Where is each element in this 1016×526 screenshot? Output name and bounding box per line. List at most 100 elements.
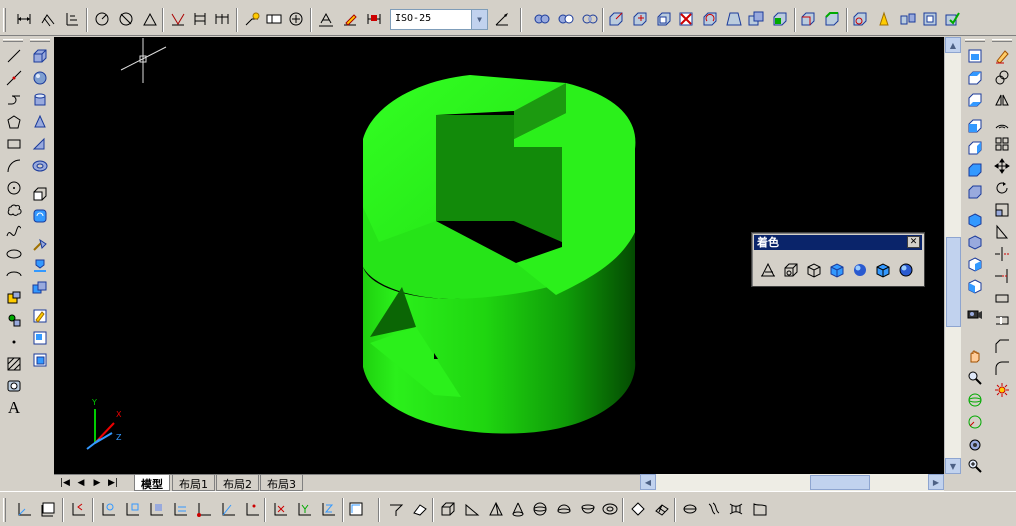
- stretch-icon[interactable]: [992, 222, 1012, 242]
- section-icon[interactable]: [30, 256, 50, 276]
- 3d-wedge-icon[interactable]: [462, 499, 482, 519]
- taper-faces-icon[interactable]: [724, 9, 744, 29]
- insert-block-icon[interactable]: [4, 288, 24, 308]
- rectangle-icon[interactable]: [4, 134, 24, 154]
- dimension-style-select[interactable]: ISO-25 ▼: [390, 9, 488, 30]
- chamfer-icon[interactable]: [992, 336, 1012, 356]
- continue-dim-icon[interactable]: [212, 9, 232, 29]
- polygon-icon[interactable]: [4, 112, 24, 132]
- prev-tab-icon[interactable]: ◀: [74, 476, 88, 490]
- 3d-zoom-icon[interactable]: [965, 456, 985, 476]
- close-icon[interactable]: ✕: [907, 236, 920, 248]
- ellipse-arc-icon[interactable]: [4, 266, 24, 286]
- spline-icon[interactable]: [4, 222, 24, 242]
- world-ucs-icon[interactable]: [98, 499, 118, 519]
- erase-icon[interactable]: [992, 46, 1012, 66]
- dim-style-icon[interactable]: [492, 9, 512, 29]
- move-icon[interactable]: [992, 156, 1012, 176]
- slice-icon[interactable]: [30, 234, 50, 254]
- 3d-box-icon[interactable]: [438, 499, 458, 519]
- baseline-dim-icon[interactable]: [190, 9, 210, 29]
- setup-profile-icon[interactable]: [30, 350, 50, 370]
- scroll-right-icon[interactable]: ▶: [928, 474, 944, 490]
- right-view-icon[interactable]: [965, 138, 985, 158]
- toolbar-grip[interactable]: [965, 39, 985, 42]
- toolbar-grip[interactable]: [992, 39, 1012, 42]
- cone-solid-icon[interactable]: [30, 112, 50, 132]
- vertical-scrollbar[interactable]: ▲ ▼: [944, 37, 961, 474]
- horizontal-scrollbar[interactable]: ◀ ▶: [640, 474, 944, 491]
- setup-view-icon[interactable]: [30, 328, 50, 348]
- 3d-swivel-icon[interactable]: [965, 434, 985, 454]
- copy-edges-icon[interactable]: [798, 9, 818, 29]
- torus-solid-icon[interactable]: [30, 156, 50, 176]
- tab-model[interactable]: 模型: [134, 475, 170, 491]
- dim-update-icon[interactable]: [364, 9, 384, 29]
- sphere-solid-icon[interactable]: [30, 68, 50, 88]
- setup-drawing-icon[interactable]: [30, 306, 50, 326]
- scale-icon[interactable]: [992, 200, 1012, 220]
- revision-cloud-icon[interactable]: [4, 200, 24, 220]
- color-edges-icon[interactable]: [822, 9, 842, 29]
- angular-dim-icon[interactable]: [140, 9, 160, 29]
- extrude-faces-icon[interactable]: [606, 9, 626, 29]
- wedge-solid-icon[interactable]: [30, 134, 50, 154]
- flat-edges-on-icon[interactable]: [873, 260, 893, 280]
- gouraud-edges-on-icon[interactable]: [896, 260, 916, 280]
- point-icon[interactable]: [4, 332, 24, 352]
- z-axis-vector-ucs-icon[interactable]: [218, 499, 238, 519]
- radius-dim-icon[interactable]: [92, 9, 112, 29]
- mtext-icon[interactable]: A: [4, 398, 24, 418]
- dim-edit-icon[interactable]: [316, 9, 336, 29]
- union-icon[interactable]: [532, 9, 552, 29]
- ucs-previous-icon[interactable]: [68, 499, 88, 519]
- interference-icon[interactable]: [30, 278, 50, 298]
- 2d-wireframe-icon[interactable]: [758, 260, 778, 280]
- 3d-mesh-icon[interactable]: [652, 499, 672, 519]
- ordinate-dim-icon[interactable]: [62, 9, 82, 29]
- scroll-left-icon[interactable]: ◀: [640, 474, 656, 490]
- 3d-orbit-icon[interactable]: [965, 390, 985, 410]
- polyline-icon[interactable]: [4, 90, 24, 110]
- hatch-icon[interactable]: [4, 354, 24, 374]
- apply-ucs-icon[interactable]: [346, 499, 366, 519]
- last-tab-icon[interactable]: ▶|: [106, 476, 120, 490]
- object-ucs-icon[interactable]: [122, 499, 142, 519]
- 3d-face-icon[interactable]: [410, 499, 430, 519]
- edge-surface-icon[interactable]: [750, 499, 770, 519]
- fillet-icon[interactable]: [992, 358, 1012, 378]
- se-iso-view-icon[interactable]: [965, 232, 985, 252]
- 3d-continuous-orbit-icon[interactable]: [965, 412, 985, 432]
- check-icon[interactable]: [942, 9, 962, 29]
- nw-iso-view-icon[interactable]: [965, 276, 985, 296]
- extrude-icon[interactable]: [30, 184, 50, 204]
- horizontal-scroll-thumb[interactable]: [810, 475, 870, 490]
- front-view-icon[interactable]: [965, 160, 985, 180]
- 3d-pyramid-icon[interactable]: [486, 499, 506, 519]
- revolve-icon[interactable]: [30, 206, 50, 226]
- face-ucs-icon[interactable]: [146, 499, 166, 519]
- edge-icon[interactable]: [628, 499, 648, 519]
- box-solid-icon[interactable]: [30, 46, 50, 66]
- top-view-icon[interactable]: [965, 68, 985, 88]
- offset-faces-icon[interactable]: [654, 9, 674, 29]
- delete-faces-icon[interactable]: [676, 9, 696, 29]
- pan-realtime-icon[interactable]: [965, 346, 985, 366]
- tab-layout2[interactable]: 布局2: [216, 475, 259, 491]
- scroll-down-icon[interactable]: ▼: [945, 458, 961, 474]
- sw-iso-view-icon[interactable]: [965, 210, 985, 230]
- diameter-dim-icon[interactable]: [116, 9, 136, 29]
- 3d-torus-icon[interactable]: [600, 499, 620, 519]
- named-views-icon[interactable]: [965, 46, 985, 66]
- imprint-icon[interactable]: [850, 9, 870, 29]
- construction-line-icon[interactable]: [4, 68, 24, 88]
- bottom-view-icon[interactable]: [965, 90, 985, 110]
- line-icon[interactable]: [4, 46, 24, 66]
- explode-icon[interactable]: [992, 380, 1012, 400]
- 3d-sphere-icon[interactable]: [530, 499, 550, 519]
- gouraud-shaded-icon[interactable]: [850, 260, 870, 280]
- copy-faces-icon[interactable]: [746, 9, 766, 29]
- 3d-dome-icon[interactable]: [554, 499, 574, 519]
- next-tab-icon[interactable]: ▶: [90, 476, 104, 490]
- vertical-scroll-thumb[interactable]: [946, 237, 961, 327]
